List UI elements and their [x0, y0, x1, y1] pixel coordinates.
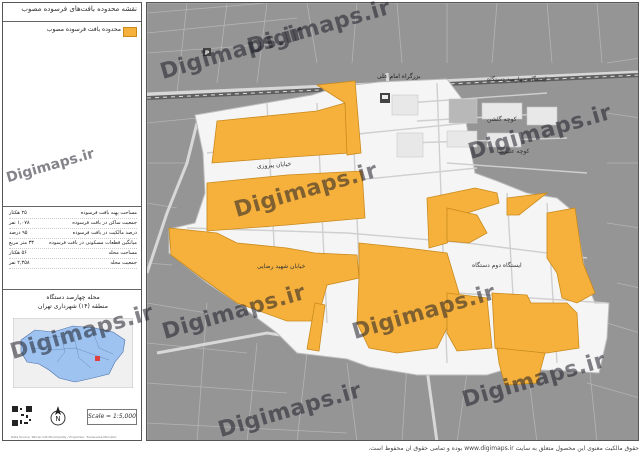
stat-row: میانگین قطعات مسکونی در بافت فرسوده ۳۳ مت…: [9, 239, 137, 249]
copyright-credit: حقوق مالکیت معنوی این محصول متعلق به سای…: [368, 445, 639, 452]
qr-code-icon: [11, 405, 33, 427]
data-source: Data Source: Tehran GIS Municipality / P…: [11, 435, 117, 439]
legend: محدوده بافت فرسوده مصوب: [9, 25, 137, 37]
decay-zone: [446, 292, 493, 352]
region-title: محله چهارصد دستگاه: [46, 294, 100, 301]
info-panel: نقشه محدوده بافت‌های فرسوده مصوب محدوده …: [2, 2, 142, 441]
street-label-3: کوچه علیرضا: [497, 148, 530, 155]
street-label-2: خیابان شهید رضایی: [257, 263, 306, 270]
svg-text:P: P: [205, 50, 210, 57]
map-canvas: P ایستگاه چهارصد دستگاه ایستگاه دوم دستگ…: [147, 3, 638, 440]
stat-row: مساحت پهنه بافت فرسوده ۲۵ هکتار: [9, 209, 137, 219]
legend-label: محدوده بافت فرسوده مصوب: [46, 26, 121, 33]
stat-row: جمعیت محله ۲,۳۵۸ نفر: [9, 259, 137, 269]
map-title: نقشه محدوده بافت‌های فرسوده مصوب: [21, 5, 137, 13]
locator-inset-map: [13, 318, 133, 388]
legend-swatch: [123, 27, 137, 37]
statistics-table: مساحت پهنه بافت فرسوده ۲۵ هکتار جمعیت ساک…: [9, 209, 137, 269]
neighborhood-marker: [95, 356, 100, 361]
panel-watermark: Digimaps.ir: [4, 145, 97, 187]
decay-zone: [496, 347, 546, 386]
north-label: N: [55, 415, 60, 423]
stat-row: جمعیت ساکن در بافت فرسوده ۱,۰۷۸ نفر: [9, 219, 137, 229]
highway-label: بزرگراه امام علی: [377, 72, 421, 80]
region-subtitle: منطقه (۱۴) شهرداری تهران: [38, 303, 108, 310]
square-label: ایستگاه دوم دستگاه: [472, 261, 522, 269]
title-divider: [3, 21, 141, 22]
north-arrow-icon: N: [50, 406, 66, 426]
stats-divider: [3, 206, 141, 207]
station-label: ایستگاه چهارصد دستگاه: [487, 75, 547, 83]
stat-row: درصد مالکیت در بافت فرسوده ۹۵ درصد: [9, 229, 137, 239]
scale-label: Scale = 1:5,000: [87, 409, 137, 425]
region-divider: [3, 289, 141, 290]
stat-row: مساحت محله ۵۶ هکتار: [9, 249, 137, 259]
map-frame[interactable]: P ایستگاه چهارصد دستگاه ایستگاه دوم دستگ…: [146, 2, 639, 441]
region-info: محله چهارصد دستگاه منطقه (۱۴) شهرداری ته…: [9, 293, 137, 311]
street-label-4: کوچه گلشن: [487, 115, 517, 123]
